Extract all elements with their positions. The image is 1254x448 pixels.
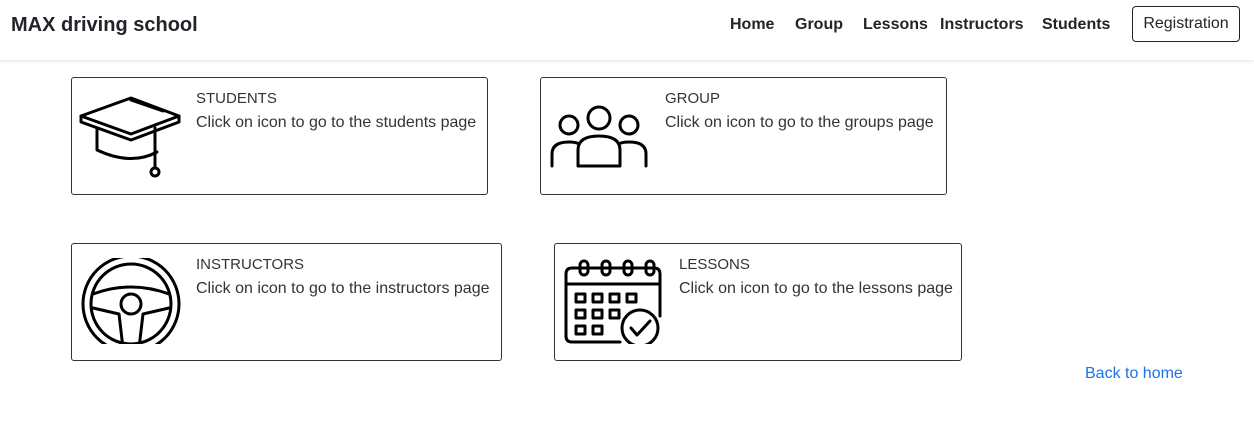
students-card-title: STUDENTS	[196, 90, 277, 107]
instructors-card-description: Click on icon to go to the instructors p…	[196, 280, 490, 297]
group-card-description: Click on icon to go to the groups page	[665, 114, 934, 131]
lessons-card: LESSONS Click on icon to go to the lesso…	[554, 243, 962, 361]
group-icon[interactable]	[548, 92, 650, 178]
group-card-title: GROUP	[665, 90, 721, 107]
graduation-cap-icon[interactable]	[79, 92, 181, 178]
navbar: MAX driving school Home Group Lessons In…	[0, 0, 1254, 60]
nav-link-group[interactable]: Group	[795, 16, 843, 34]
students-card: STUDENTS Click on icon to go to the stud…	[71, 77, 488, 195]
calendar-check-icon[interactable]	[562, 258, 664, 344]
brand-logo-text[interactable]: MAX driving school	[11, 14, 198, 37]
instructors-card-title: INSTRUCTORS	[196, 256, 305, 273]
nav-link-home[interactable]: Home	[730, 16, 774, 34]
nav-link-instructors[interactable]: Instructors	[940, 16, 1024, 34]
group-card: GROUP Click on icon to go to the groups …	[540, 77, 947, 195]
nav-link-students[interactable]: Students	[1042, 16, 1110, 34]
back-to-home-link[interactable]: Back to home	[1085, 365, 1183, 383]
registration-button[interactable]: Registration	[1132, 6, 1240, 42]
instructors-card: INSTRUCTORS Click on icon to go to the i…	[71, 243, 502, 361]
nav-link-lessons[interactable]: Lessons	[863, 16, 928, 34]
steering-wheel-icon[interactable]	[79, 258, 181, 344]
students-card-description: Click on icon to go to the students page	[196, 114, 477, 131]
lessons-card-description: Click on icon to go to the lessons page	[679, 280, 953, 297]
lessons-card-title: LESSONS	[679, 256, 750, 273]
